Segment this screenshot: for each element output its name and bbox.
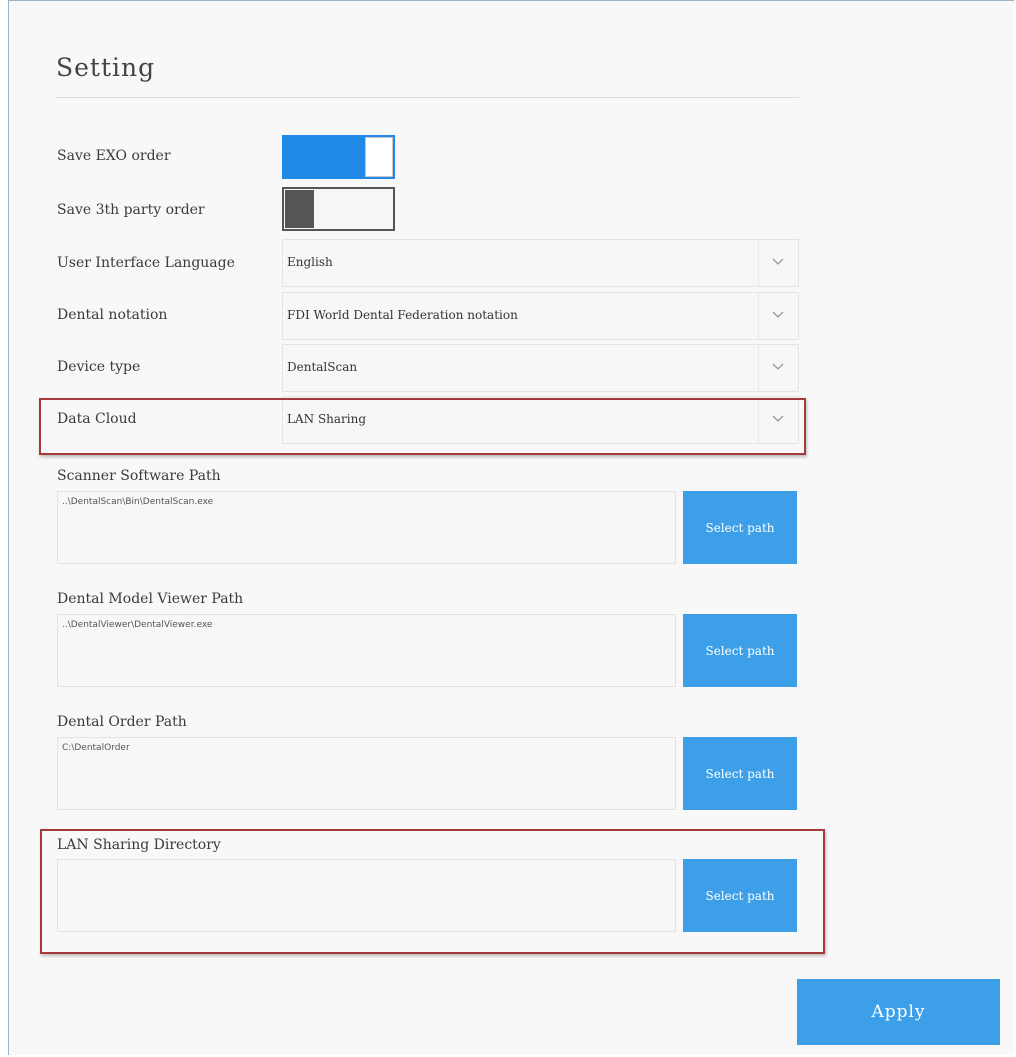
dental-order-path-value: C:\DentalOrder xyxy=(62,743,130,753)
ui-language-value: English xyxy=(287,255,333,269)
apply-button[interactable]: Apply xyxy=(797,979,1000,1045)
dental-notation-select[interactable]: FDI World Dental Federation notation xyxy=(282,292,799,340)
device-type-value: DentalScan xyxy=(287,360,358,374)
data-cloud-highlight xyxy=(39,398,806,455)
dental-order-select-path-button[interactable]: Select path xyxy=(683,737,797,810)
device-type-select[interactable]: DentalScan xyxy=(282,344,799,392)
scanner-software-path-value: ..\DentalScan\Bin\DentalScan.exe xyxy=(62,497,214,507)
dental-order-path-label: Dental Order Path xyxy=(57,714,187,730)
dropdown-arrow[interactable] xyxy=(758,240,798,286)
settings-panel: Setting Save EXO order Save 3th party or… xyxy=(8,0,1014,1055)
save-third-party-order-label: Save 3th party order xyxy=(57,202,205,218)
dental-model-viewer-select-path-button[interactable]: Select path xyxy=(683,614,797,687)
ui-language-label: User Interface Language xyxy=(57,255,235,271)
dental-notation-value: FDI World Dental Federation notation xyxy=(287,308,518,322)
toggle-knob xyxy=(285,190,314,228)
dental-order-path-field[interactable]: C:\DentalOrder xyxy=(57,737,676,810)
save-third-party-order-toggle[interactable] xyxy=(282,187,395,231)
scanner-software-path-label: Scanner Software Path xyxy=(57,468,221,484)
chevron-down-icon xyxy=(772,311,784,318)
dental-notation-label: Dental notation xyxy=(57,307,168,323)
dropdown-arrow[interactable] xyxy=(758,345,798,391)
page-title: Setting xyxy=(56,53,156,82)
device-type-label: Device type xyxy=(57,359,141,375)
dental-model-viewer-path-label: Dental Model Viewer Path xyxy=(57,591,244,607)
scanner-software-path-field[interactable]: ..\DentalScan\Bin\DentalScan.exe xyxy=(57,491,676,564)
toggle-knob xyxy=(365,137,393,177)
dropdown-arrow[interactable] xyxy=(758,293,798,339)
dental-model-viewer-path-value: ..\DentalViewer\DentalViewer.exe xyxy=(62,620,213,630)
scanner-software-select-path-button[interactable]: Select path xyxy=(683,491,797,564)
title-divider xyxy=(56,97,799,98)
ui-language-select[interactable]: English xyxy=(282,239,799,287)
dental-model-viewer-path-field[interactable]: ..\DentalViewer\DentalViewer.exe xyxy=(57,614,676,687)
chevron-down-icon xyxy=(772,258,784,265)
save-exo-order-label: Save EXO order xyxy=(57,148,171,164)
save-exo-order-toggle[interactable] xyxy=(282,135,395,179)
chevron-down-icon xyxy=(772,363,784,370)
lan-sharing-highlight xyxy=(40,829,825,954)
